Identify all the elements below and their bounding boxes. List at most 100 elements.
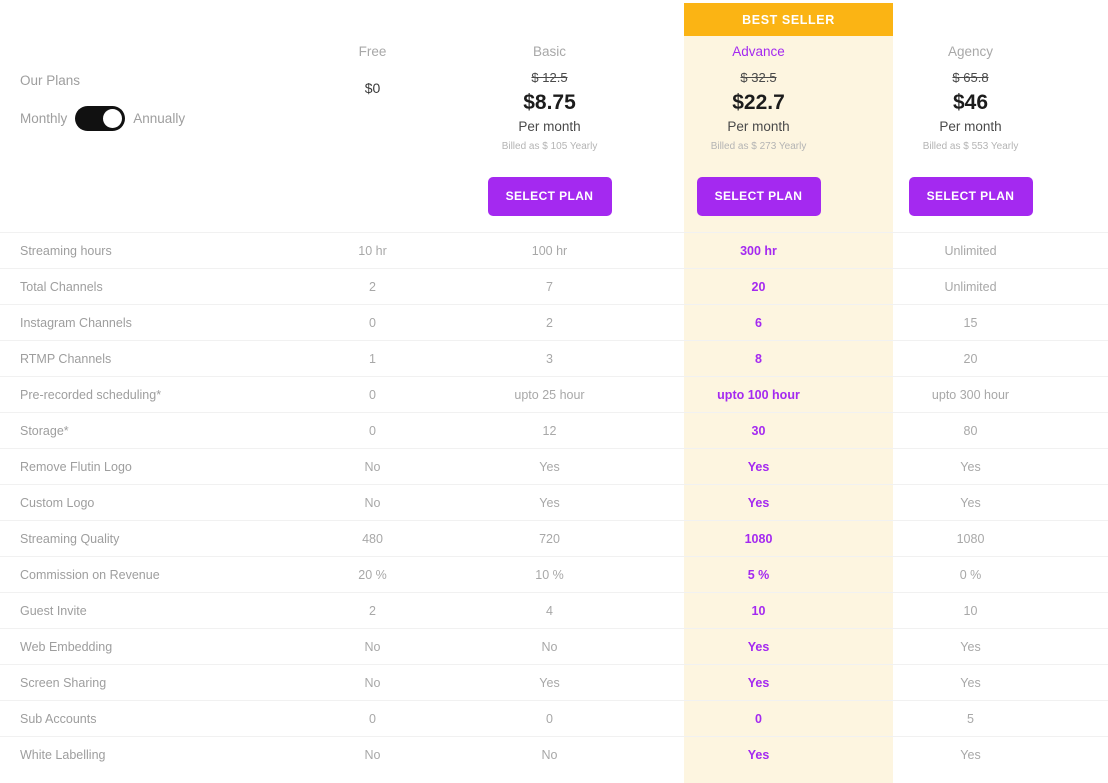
feature-label: Pre-recorded scheduling* (0, 388, 300, 402)
feature-value-free: 480 (300, 532, 445, 546)
plan-cta-agency-slot: SELECT PLAN (909, 177, 1033, 216)
table-row: Sub Accounts0005 (0, 700, 1108, 736)
plan-period-advance: Per month (727, 118, 789, 136)
feature-value-agency: Yes (863, 460, 1078, 474)
feature-value-free: 0 (300, 424, 445, 438)
plan-period-basic: Per month (518, 118, 580, 136)
select-plan-button-advance[interactable]: SELECT PLAN (697, 177, 821, 216)
feature-label: White Labelling (0, 748, 300, 762)
feature-value-advance: Yes (654, 460, 863, 474)
feature-value-free: 10 hr (300, 244, 445, 258)
feature-value-agency: 20 (863, 352, 1078, 366)
table-row: Pre-recorded scheduling*0upto 25 hourupt… (0, 376, 1108, 412)
feature-label: Total Channels (0, 280, 300, 294)
feature-value-basic: 2 (445, 316, 654, 330)
table-row: Web EmbeddingNoNoYesYes (0, 628, 1108, 664)
feature-label: RTMP Channels (0, 352, 300, 366)
feature-value-agency: 0 % (863, 568, 1078, 582)
select-plan-button-agency[interactable]: SELECT PLAN (909, 177, 1033, 216)
plan-billed-basic: Billed as $ 105 Yearly (502, 141, 598, 153)
pricing-table: BEST SELLER Our Plans Monthly Annually F… (0, 0, 1108, 783)
feature-value-advance: Yes (654, 748, 863, 762)
feature-label: Commission on Revenue (0, 568, 300, 582)
feature-value-advance: 1080 (654, 532, 863, 546)
feature-label: Web Embedding (0, 640, 300, 654)
feature-value-agency: Yes (863, 748, 1078, 762)
feature-label: Custom Logo (0, 496, 300, 510)
feature-value-basic: 3 (445, 352, 654, 366)
feature-value-advance: 0 (654, 712, 863, 726)
plans-header-row: Free $0 Basic $ 12.5 $8.75 Per month Bil… (0, 0, 1108, 232)
table-row: Commission on Revenue20 %10 %5 %0 % (0, 556, 1108, 592)
feature-value-basic: Yes (445, 460, 654, 474)
plan-old-price-basic: $ 12.5 (531, 70, 567, 86)
table-row: Instagram Channels02615 (0, 304, 1108, 340)
feature-value-free: 0 (300, 316, 445, 330)
feature-value-agency: 15 (863, 316, 1078, 330)
plan-billed-advance: Billed as $ 273 Yearly (711, 141, 807, 153)
feature-value-basic: No (445, 748, 654, 762)
table-row: Remove Flutin LogoNoYesYesYes (0, 448, 1108, 484)
feature-value-free: No (300, 460, 445, 474)
feature-value-advance: 30 (654, 424, 863, 438)
feature-label: Sub Accounts (0, 712, 300, 726)
feature-label: Streaming hours (0, 244, 300, 258)
header-left-spacer (0, 0, 300, 232)
feature-value-free: 1 (300, 352, 445, 366)
plan-column-agency: Agency $ 65.8 $46 Per month Billed as $ … (863, 0, 1078, 232)
feature-value-agency: Unlimited (863, 280, 1078, 294)
feature-label: Screen Sharing (0, 676, 300, 690)
plan-price-free: $0 (365, 80, 381, 98)
table-row: Guest Invite241010 (0, 592, 1108, 628)
feature-value-basic: Yes (445, 496, 654, 510)
feature-value-free: 0 (300, 712, 445, 726)
feature-label: Storage* (0, 424, 300, 438)
feature-value-basic: 10 % (445, 568, 654, 582)
plan-name-free: Free (359, 44, 387, 60)
feature-value-advance: Yes (654, 496, 863, 510)
plan-name-agency: Agency (948, 44, 993, 60)
feature-value-free: No (300, 496, 445, 510)
feature-value-free: 20 % (300, 568, 445, 582)
feature-value-basic: 4 (445, 604, 654, 618)
feature-value-free: No (300, 640, 445, 654)
feature-value-agency: Yes (863, 676, 1078, 690)
select-plan-button-basic[interactable]: SELECT PLAN (488, 177, 612, 216)
table-row: RTMP Channels13820 (0, 340, 1108, 376)
feature-value-agency: 80 (863, 424, 1078, 438)
plan-billed-agency: Billed as $ 553 Yearly (923, 141, 1019, 153)
table-row: Storage*0123080 (0, 412, 1108, 448)
plan-old-price-agency: $ 65.8 (952, 70, 988, 86)
feature-value-free: 2 (300, 604, 445, 618)
feature-value-advance: 10 (654, 604, 863, 618)
feature-comparison-table: Streaming hours10 hr100 hr300 hrUnlimite… (0, 232, 1108, 772)
feature-value-agency: upto 300 hour (863, 388, 1078, 402)
plan-cta-basic-slot: SELECT PLAN (488, 177, 612, 216)
feature-value-advance: 8 (654, 352, 863, 366)
plan-column-free: Free $0 (300, 0, 445, 232)
table-row: Total Channels2720Unlimited (0, 268, 1108, 304)
feature-value-agency: Unlimited (863, 244, 1078, 258)
table-row: White LabellingNoNoYesYes (0, 736, 1108, 772)
feature-value-basic: upto 25 hour (445, 388, 654, 402)
feature-value-advance: 300 hr (654, 244, 863, 258)
plan-name-advance: Advance (732, 44, 785, 60)
feature-value-agency: 5 (863, 712, 1078, 726)
feature-label: Remove Flutin Logo (0, 460, 300, 474)
plan-price-agency: $46 (953, 90, 988, 116)
feature-label: Instagram Channels (0, 316, 300, 330)
feature-value-advance: upto 100 hour (654, 388, 863, 402)
feature-value-advance: 20 (654, 280, 863, 294)
feature-value-basic: 100 hr (445, 244, 654, 258)
feature-value-advance: 5 % (654, 568, 863, 582)
feature-value-basic: 0 (445, 712, 654, 726)
feature-value-agency: 10 (863, 604, 1078, 618)
best-seller-badge: BEST SELLER (684, 3, 893, 36)
plan-old-price-advance: $ 32.5 (740, 70, 776, 86)
feature-value-agency: 1080 (863, 532, 1078, 546)
plan-column-basic: Basic $ 12.5 $8.75 Per month Billed as $… (445, 0, 654, 232)
feature-label: Streaming Quality (0, 532, 300, 546)
feature-value-free: 2 (300, 280, 445, 294)
feature-value-free: No (300, 676, 445, 690)
plan-period-agency: Per month (939, 118, 1001, 136)
